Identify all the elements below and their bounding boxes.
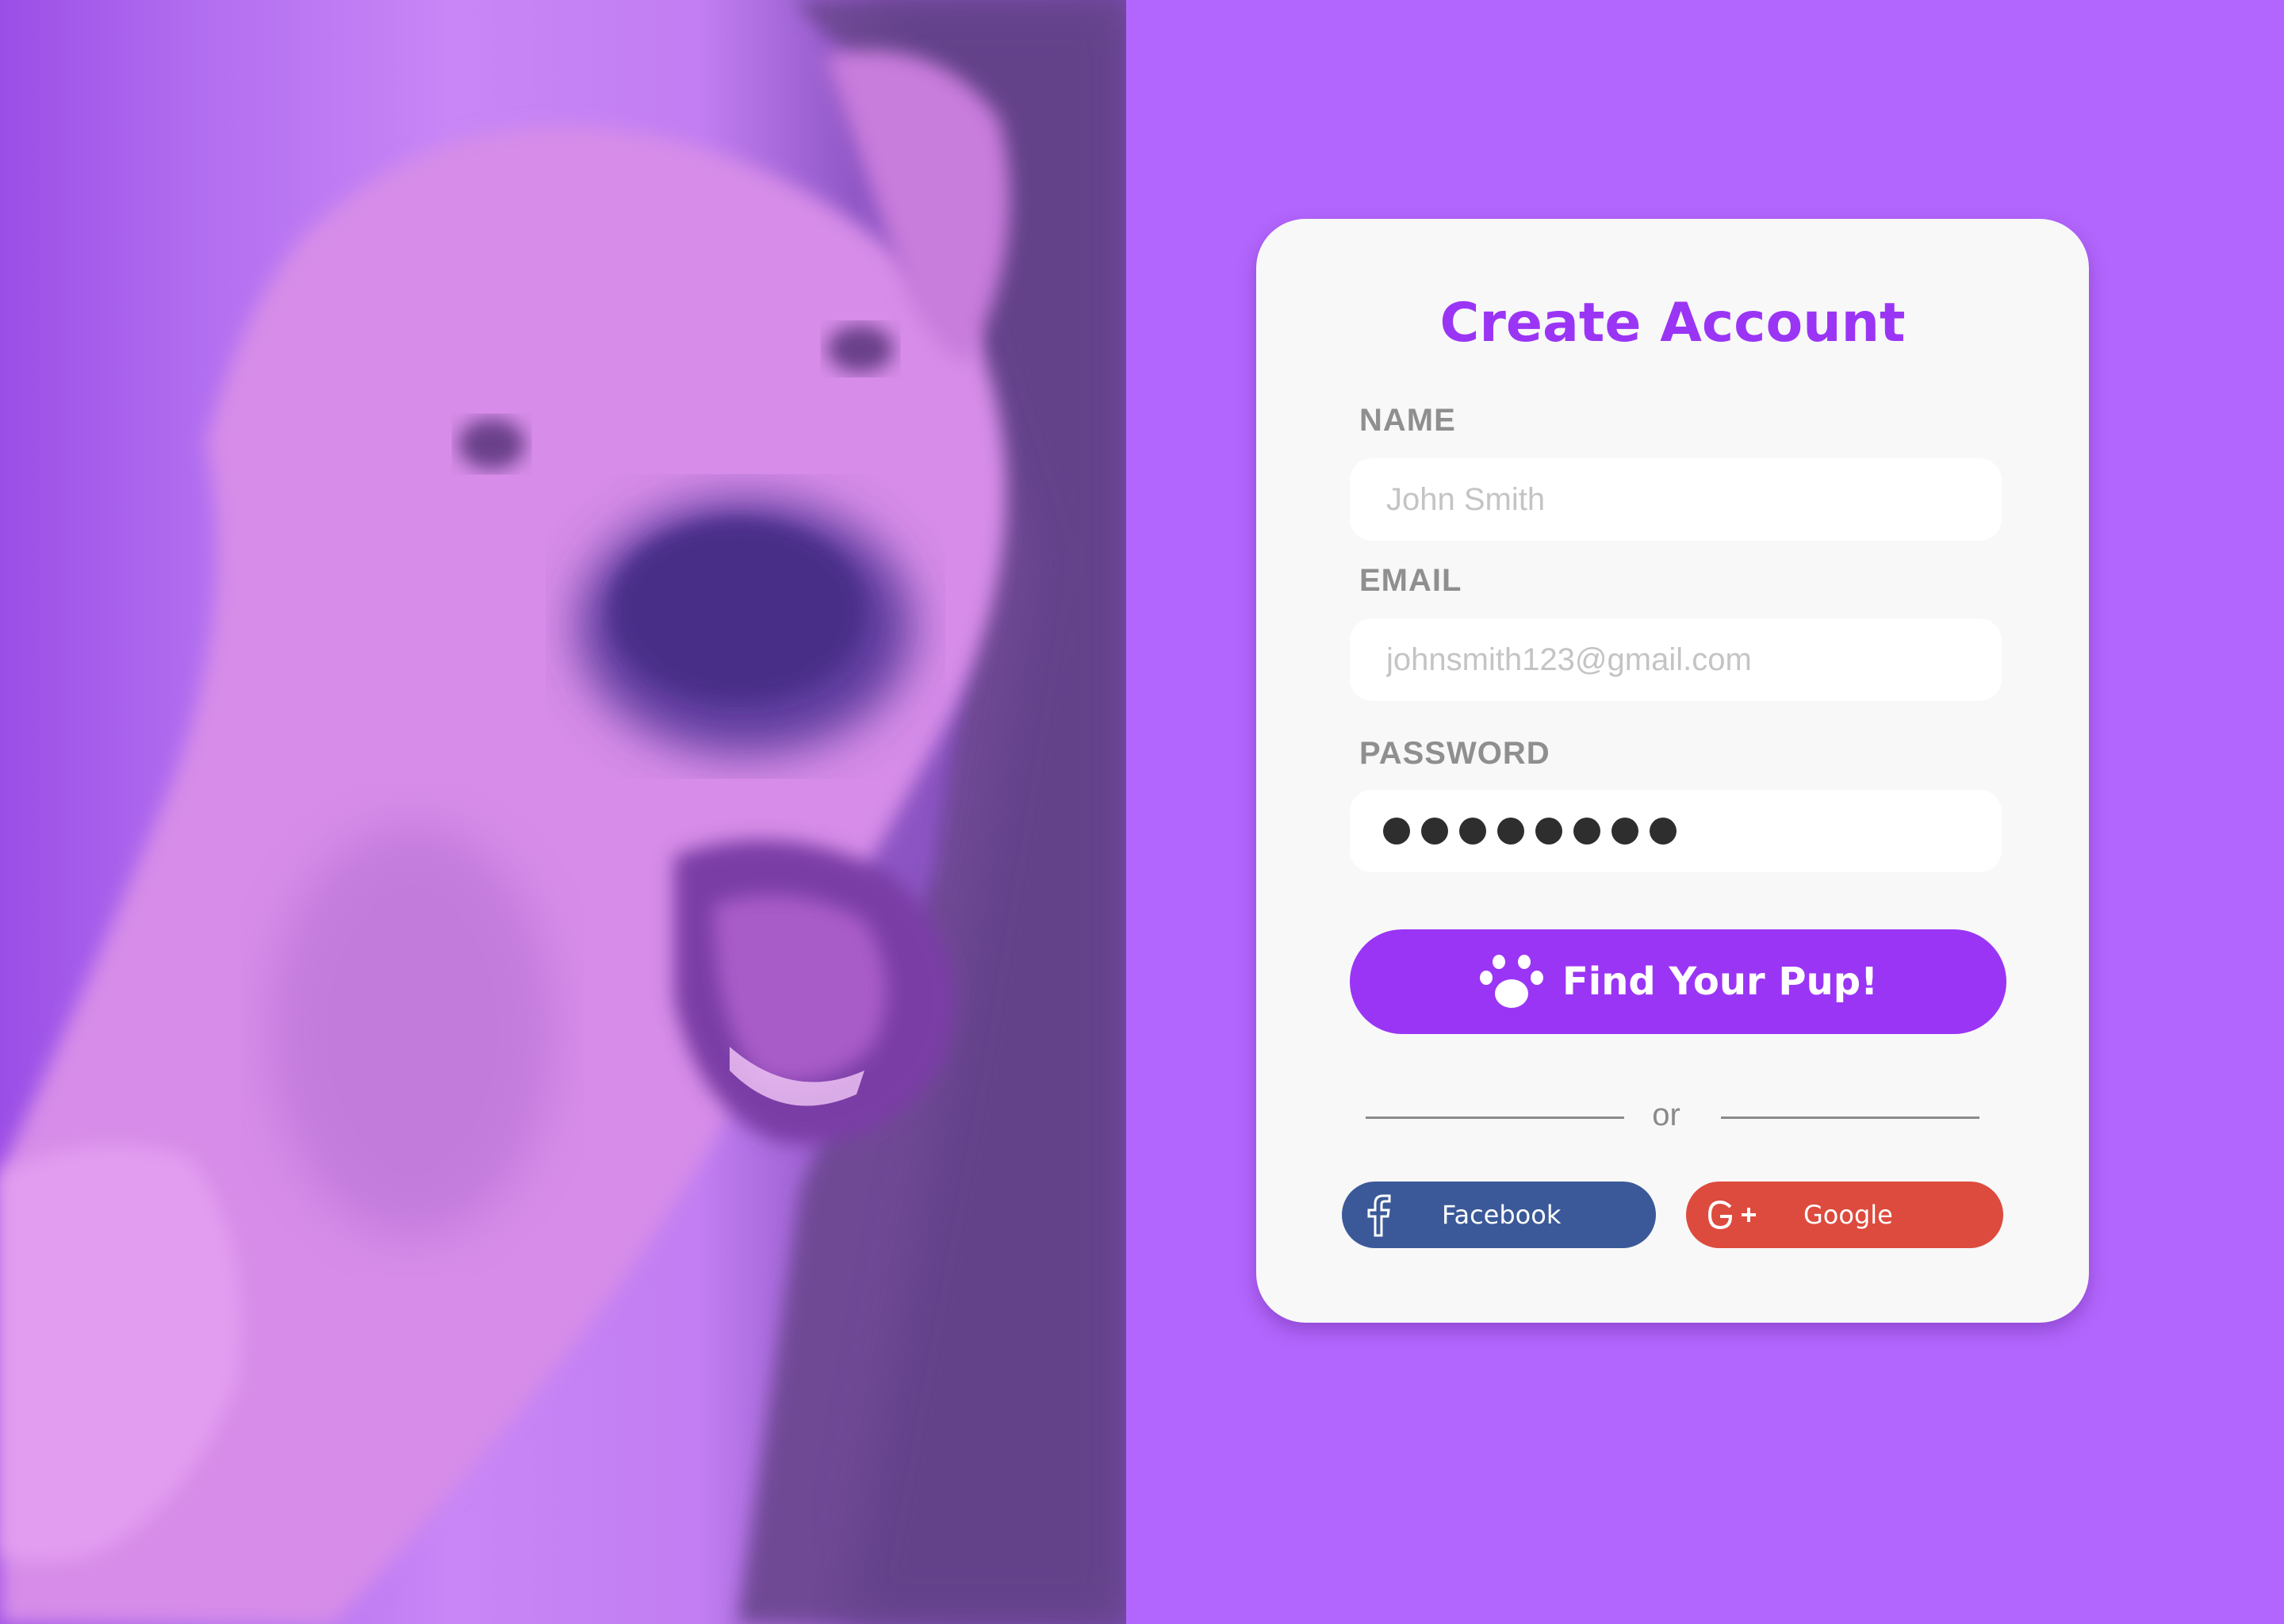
name-input[interactable]	[1350, 458, 2002, 541]
password-mask-dot	[1535, 818, 1562, 845]
password-mask-dot	[1650, 818, 1677, 845]
password-mask-dot	[1421, 818, 1448, 845]
password-label: PASSWORD	[1359, 736, 1550, 771]
password-mask-dot	[1497, 818, 1524, 845]
find-your-pup-label: Find Your Pup!	[1562, 959, 1878, 1004]
facebook-label: Facebook	[1442, 1200, 1562, 1230]
google-plus-icon	[1707, 1200, 1756, 1230]
create-account-card: Create Account NAME EMAIL PASSWORD Find …	[1256, 219, 2089, 1323]
facebook-icon	[1367, 1194, 1391, 1237]
password-mask-dot	[1383, 818, 1410, 845]
password-mask-dot	[1459, 818, 1486, 845]
paw-icon	[1480, 955, 1544, 1008]
dog-photo	[0, 0, 1126, 1624]
google-button[interactable]: Google	[1686, 1182, 2003, 1248]
password-mask-dot	[1611, 818, 1638, 845]
email-input[interactable]	[1350, 619, 2002, 701]
divider-or: or	[1652, 1097, 1680, 1132]
dog-illustration	[0, 0, 1126, 1624]
email-label: EMAIL	[1359, 563, 1462, 598]
divider-line-right	[1721, 1116, 1979, 1119]
page-title: Create Account	[1439, 292, 1906, 354]
find-your-pup-button[interactable]: Find Your Pup!	[1350, 929, 2006, 1034]
facebook-button[interactable]: Facebook	[1342, 1182, 1656, 1248]
google-label: Google	[1803, 1200, 1893, 1230]
password-mask-dot	[1573, 818, 1600, 845]
name-label: NAME	[1359, 403, 1456, 438]
password-input[interactable]	[1350, 790, 2002, 872]
